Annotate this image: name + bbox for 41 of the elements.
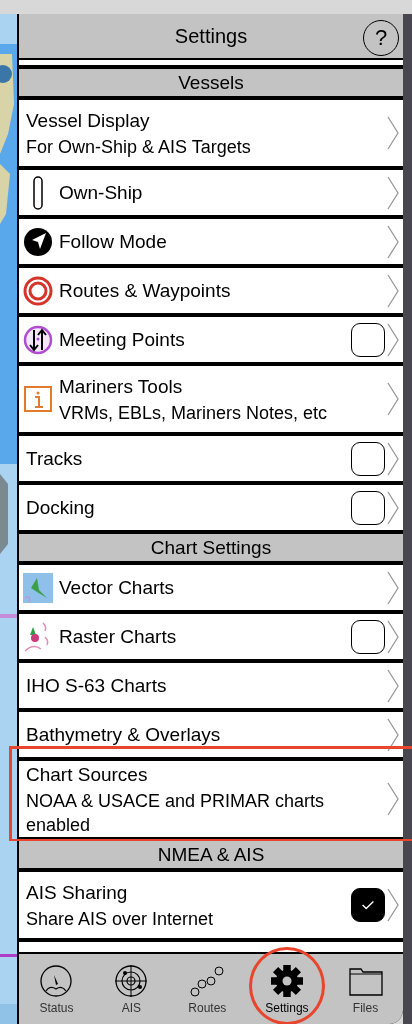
row-subtitle: NOAA & USACE and PRIMAR charts enabled xyxy=(26,790,326,837)
row-title: Follow Mode xyxy=(59,229,168,254)
row-title: Meeting Points xyxy=(59,327,186,352)
row-title: IHO S-63 Charts xyxy=(26,673,168,698)
settings-row[interactable]: IHO S-63 Charts xyxy=(19,663,403,708)
section-header: Chart Settings xyxy=(19,534,403,561)
row-title: Own-Ship xyxy=(59,180,144,205)
section-header: NMEA & AIS xyxy=(19,841,403,868)
row-subtitle: For Own-Ship & AIS Targets xyxy=(26,136,252,159)
settings-row[interactable]: Chart Sources NOAA & USACE and PRIMAR charts enabled xyxy=(19,761,403,837)
settings-row[interactable]: Docking xyxy=(19,485,403,530)
tab-button[interactable]: AIS xyxy=(109,961,154,1017)
settings-row[interactable]: Vector Charts xyxy=(19,565,403,610)
row-title: Vector Charts xyxy=(59,575,176,600)
settings-row[interactable]: Routes & Waypoints xyxy=(19,268,403,313)
settings-row[interactable]: Own-Ship xyxy=(19,170,403,215)
row-title: Docking xyxy=(26,495,96,520)
row-title: AIS Sharing xyxy=(26,881,129,905)
settings-row[interactable]: Follow Mode xyxy=(19,219,403,264)
row-title: Bathymetry & Overlays xyxy=(26,722,222,747)
settings-row[interactable]: Raster Charts xyxy=(19,614,403,659)
settings-title: Settings xyxy=(174,24,248,48)
row-title: Mariners Tools xyxy=(59,375,184,399)
section-header: Vessels xyxy=(19,69,403,96)
settings-row[interactable]: Vessel Display For Own-Ship & AIS Targets xyxy=(19,100,403,166)
row-title: Raster Charts xyxy=(59,624,178,649)
row-title: Routes & Waypoints xyxy=(59,278,232,303)
row-title: Vessel Display xyxy=(26,109,151,133)
row-title: Chart Sources xyxy=(26,763,149,787)
settings-row[interactable]: Bathymetry & Overlays xyxy=(19,712,403,757)
row-title: Tracks xyxy=(26,446,84,471)
tab-button[interactable]: Status xyxy=(34,961,79,1017)
tab-button[interactable]: Files xyxy=(343,961,388,1017)
row-subtitle: Share AIS over Internet xyxy=(26,908,215,931)
settings-row[interactable]: AIS Sharing Share AIS over Internet xyxy=(19,872,403,938)
tab-button[interactable]: Routes xyxy=(184,961,231,1017)
settings-row[interactable]: Mariners Tools VRMs, EBLs, Mariners Notes, etc xyxy=(19,366,403,432)
row-subtitle: VRMs, EBLs, Mariners Notes, etc xyxy=(59,402,329,425)
settings-row[interactable]: Tracks xyxy=(19,436,403,481)
settings-row[interactable]: Meeting Points xyxy=(19,317,403,362)
help-button[interactable]: ? xyxy=(363,20,399,56)
